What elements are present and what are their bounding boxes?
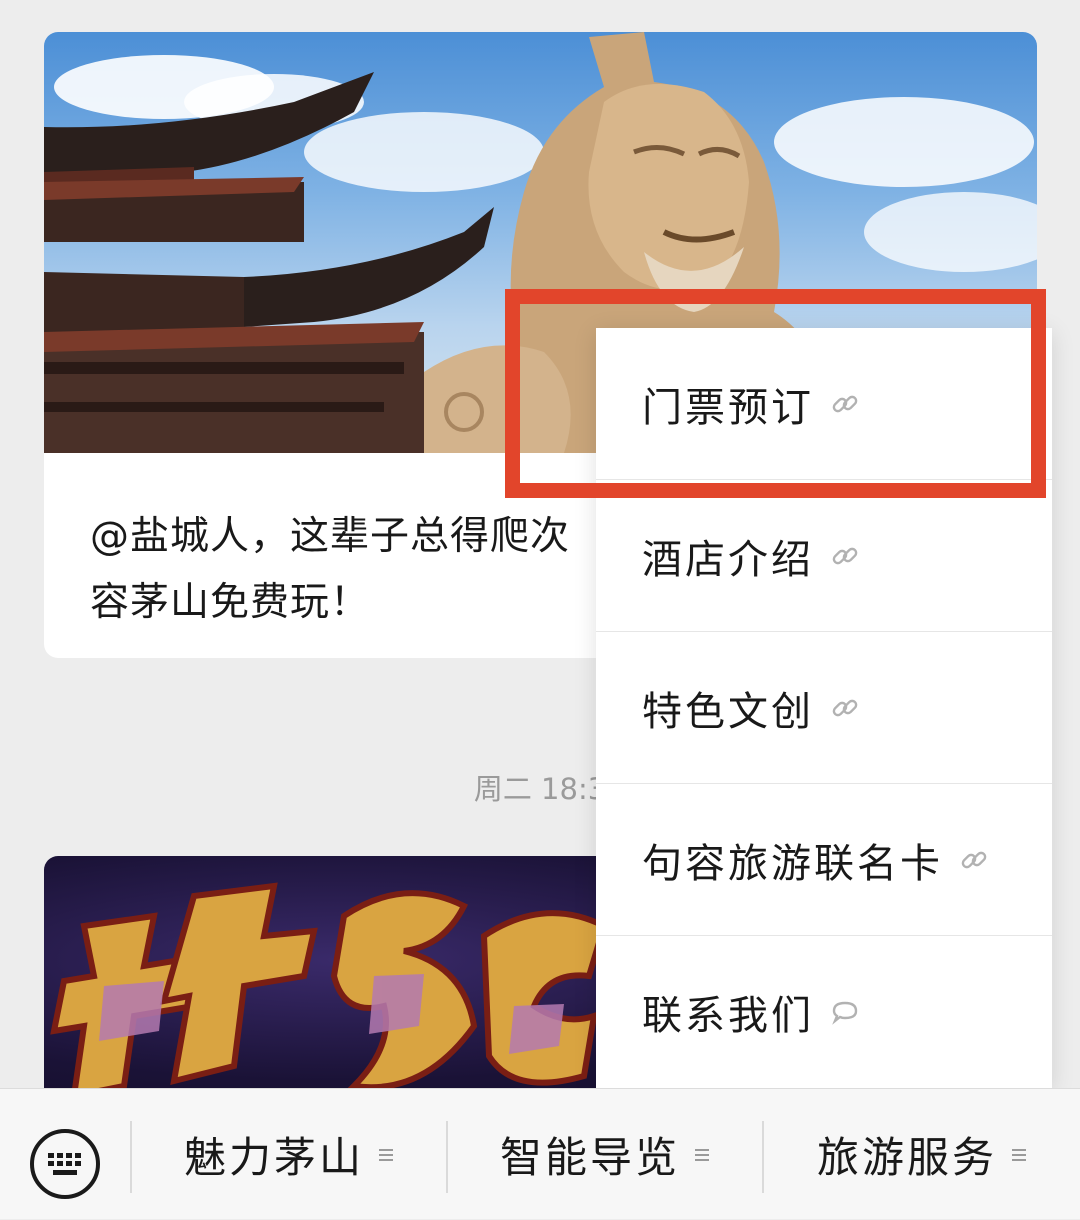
menu-item-label: 联系我们 — [642, 993, 814, 1039]
bottom-menu-bar: 魅力茅山 智能导览 旅游服务 — [0, 1088, 1080, 1219]
menu-tab-label: 智能导览 — [499, 1133, 680, 1182]
highlight-box — [505, 289, 1046, 498]
menu-item-label: 句容旅游联名卡 — [642, 840, 943, 887]
menu-lines-icon — [695, 1148, 709, 1161]
menu-item-cultural-products[interactable]: 特色文创 — [596, 632, 1052, 784]
menu-tab-label: 旅游服务 — [816, 1133, 997, 1182]
link-icon — [959, 845, 989, 875]
menu-item-hotel-intro[interactable]: 酒店介绍 — [596, 480, 1052, 632]
menu-item-tourism-card[interactable]: 句容旅游联名卡 — [596, 784, 1052, 936]
menu-item-label: 特色文创 — [642, 688, 814, 735]
menu-tab-charm-maoshan[interactable]: 魅力茅山 — [132, 1089, 446, 1220]
menu-lines-icon — [379, 1148, 393, 1161]
menu-tab-smart-guide[interactable]: 智能导览 — [448, 1089, 762, 1220]
menu-item-label: 酒店介绍 — [642, 536, 814, 583]
menu-tab-travel-services[interactable]: 旅游服务 — [764, 1089, 1080, 1220]
link-icon — [830, 541, 860, 571]
menu-item-contact-us[interactable]: 联系我们 — [596, 936, 1052, 1088]
chat-bubble-icon — [830, 997, 860, 1027]
menu-lines-icon — [1012, 1148, 1026, 1161]
keyboard-icon[interactable] — [28, 1127, 102, 1201]
link-icon — [830, 693, 860, 723]
menu-tab-label: 魅力茅山 — [183, 1133, 364, 1182]
